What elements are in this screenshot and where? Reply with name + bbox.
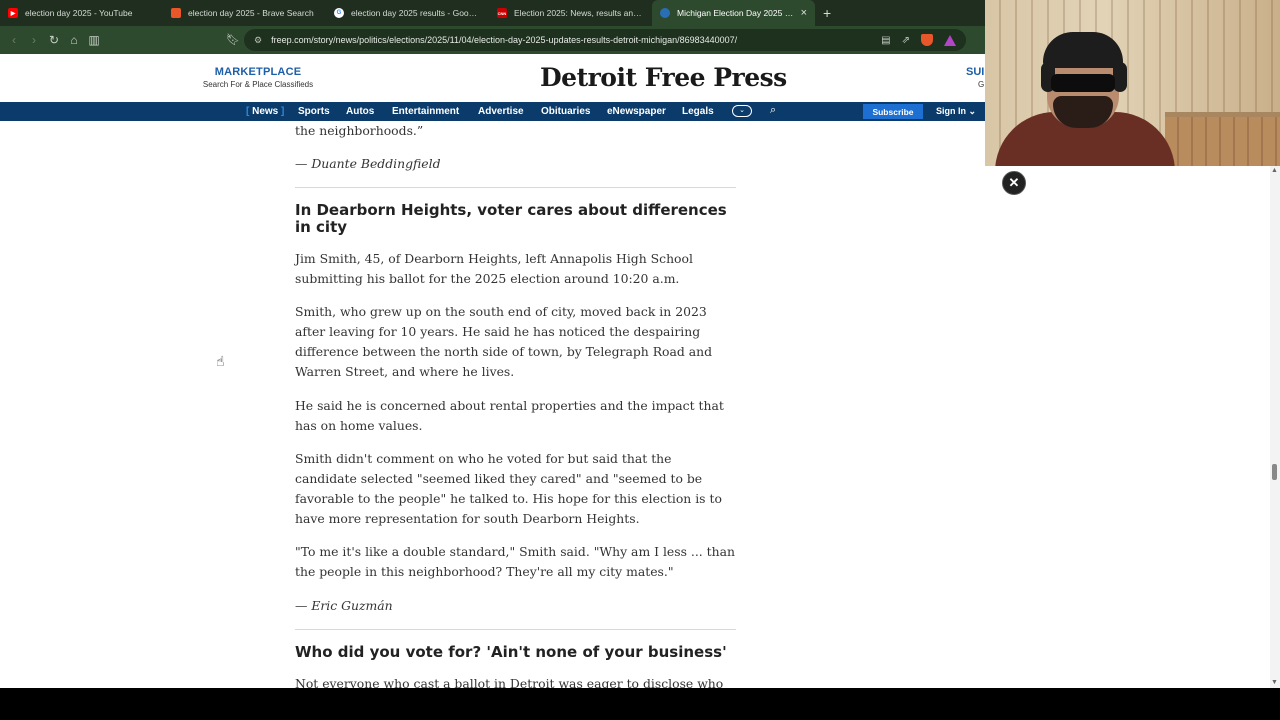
byline-signature: — Eric Guzmán [295,598,393,613]
close-tab-icon[interactable]: × [801,7,807,19]
home-icon[interactable]: ⌂ [64,33,84,47]
sidebar-toggle-icon[interactable]: ▥ [84,33,104,47]
share-icon[interactable]: ⇗ [902,35,910,46]
webcam-feed [985,0,1280,166]
tab-title: election day 2025 - YouTube [25,8,133,18]
cnn-favicon-icon: CNN [497,8,507,18]
webcam-background [1165,117,1280,166]
youtube-favicon-icon: ▶ [8,8,18,18]
nav-entertainment[interactable]: Entertainment [392,106,459,117]
nav-advertise[interactable]: Advertise [478,106,524,117]
tab-cnn[interactable]: CNN Election 2025: News, results and ana… [489,0,652,26]
promo-link[interactable]: SUI [966,66,984,78]
browser-toolbar: ‹ › ↻ ⌂ ▥ 🔖︎ ⚙ freep.com/story/news/poli… [0,26,985,54]
paragraph: the neighborhoods.” [295,123,424,138]
tab-freep-active[interactable]: Michigan Election Day 2025 updates × [652,0,815,26]
new-tab-button[interactable]: + [823,5,831,21]
byline-signature: — Duante Beddingfield [295,156,441,171]
divider [295,629,736,630]
paragraph: He said he is concerned about rental pro… [295,398,724,433]
marketplace-subtitle: Search For & Place Classifieds [202,80,314,89]
site-logo[interactable]: Detroit Free Press [540,63,787,92]
divider [295,187,736,188]
more-menu-icon[interactable]: ⌄ [732,105,752,117]
section-heading: In Dearborn Heights, voter cares about d… [295,201,727,236]
webcam-person [1051,74,1115,92]
subscribe-button[interactable]: Subscribe [863,104,923,119]
reader-mode-icon[interactable]: ▤ [881,35,890,46]
globe-favicon-icon [660,8,670,18]
tab-title: election day 2025 results - Google Searc… [351,8,481,18]
tab-strip: ▶ election day 2025 - YouTube election d… [0,0,985,26]
chevron-down-icon: ⌄ [968,106,977,116]
nav-legals[interactable]: Legals [682,106,714,117]
nav-autos[interactable]: Autos [346,106,374,117]
promo-subtext: G [978,80,985,89]
tab-title: election day 2025 - Brave Search [188,8,314,18]
taskbar-strip [0,688,1280,720]
paragraph: Smith, who grew up on the south end of c… [295,304,713,379]
forward-icon[interactable]: › [24,33,44,47]
tab-brave-search[interactable]: election day 2025 - Brave Search [163,0,326,26]
brave-rewards-icon[interactable] [944,34,956,46]
paragraph: Smith didn't comment on who he voted for… [295,451,722,526]
paragraph: Not everyone who cast a ballot in Detroi… [295,676,724,688]
section-heading: Who did you vote for? 'Ain't none of you… [295,643,727,661]
search-icon[interactable]: ⌕ [770,104,776,117]
headphones-icon [1113,62,1127,92]
nav-news[interactable]: [ News ] [246,106,284,117]
tab-youtube[interactable]: ▶ election day 2025 - YouTube [0,0,163,26]
sign-in-label: Sign In [936,106,966,116]
nav-sports[interactable]: Sports [298,106,330,117]
hand-cursor-icon: ☝︎ [216,353,225,369]
webcam-person [1043,32,1123,68]
scrollbar[interactable] [1270,166,1280,688]
scrollbar-thumb[interactable] [1272,464,1277,480]
nav-obituaries[interactable]: Obituaries [541,106,590,117]
bookmark-icon[interactable]: 🔖︎ [226,33,240,46]
tab-title: Election 2025: News, results and analysi… [514,8,644,18]
tab-google-search[interactable]: G election day 2025 results - Google Sea… [326,0,489,26]
url-text[interactable]: freep.com/story/news/politics/elections/… [271,35,870,45]
back-icon[interactable]: ‹ [4,33,24,47]
reload-icon[interactable]: ↻ [44,33,64,47]
nav-enewspaper[interactable]: eNewspaper [607,106,666,117]
paragraph: "To me it's like a double standard," Smi… [295,544,736,579]
address-bar[interactable]: ⚙ freep.com/story/news/politics/election… [244,29,966,51]
paragraph: Jim Smith, 45, of Dearborn Heights, left… [295,251,693,286]
site-info-icon[interactable]: ⚙ [254,35,262,46]
close-overlay-button[interactable]: ✕ [1002,171,1026,195]
brave-shields-icon[interactable] [921,34,933,46]
scroll-down-icon[interactable]: ▼ [1271,679,1278,686]
brave-favicon-icon [171,8,181,18]
sign-in-button[interactable]: Sign In ⌄ [936,106,976,117]
marketplace-link[interactable]: MARKETPLACE Search For & Place Classifie… [200,66,316,89]
marketplace-title: MARKETPLACE [214,66,302,78]
google-favicon-icon: G [334,8,344,18]
tab-title: Michigan Election Day 2025 updates [677,8,795,18]
nav-news-label: News [252,106,279,117]
scroll-up-icon[interactable]: ▲ [1271,167,1278,174]
